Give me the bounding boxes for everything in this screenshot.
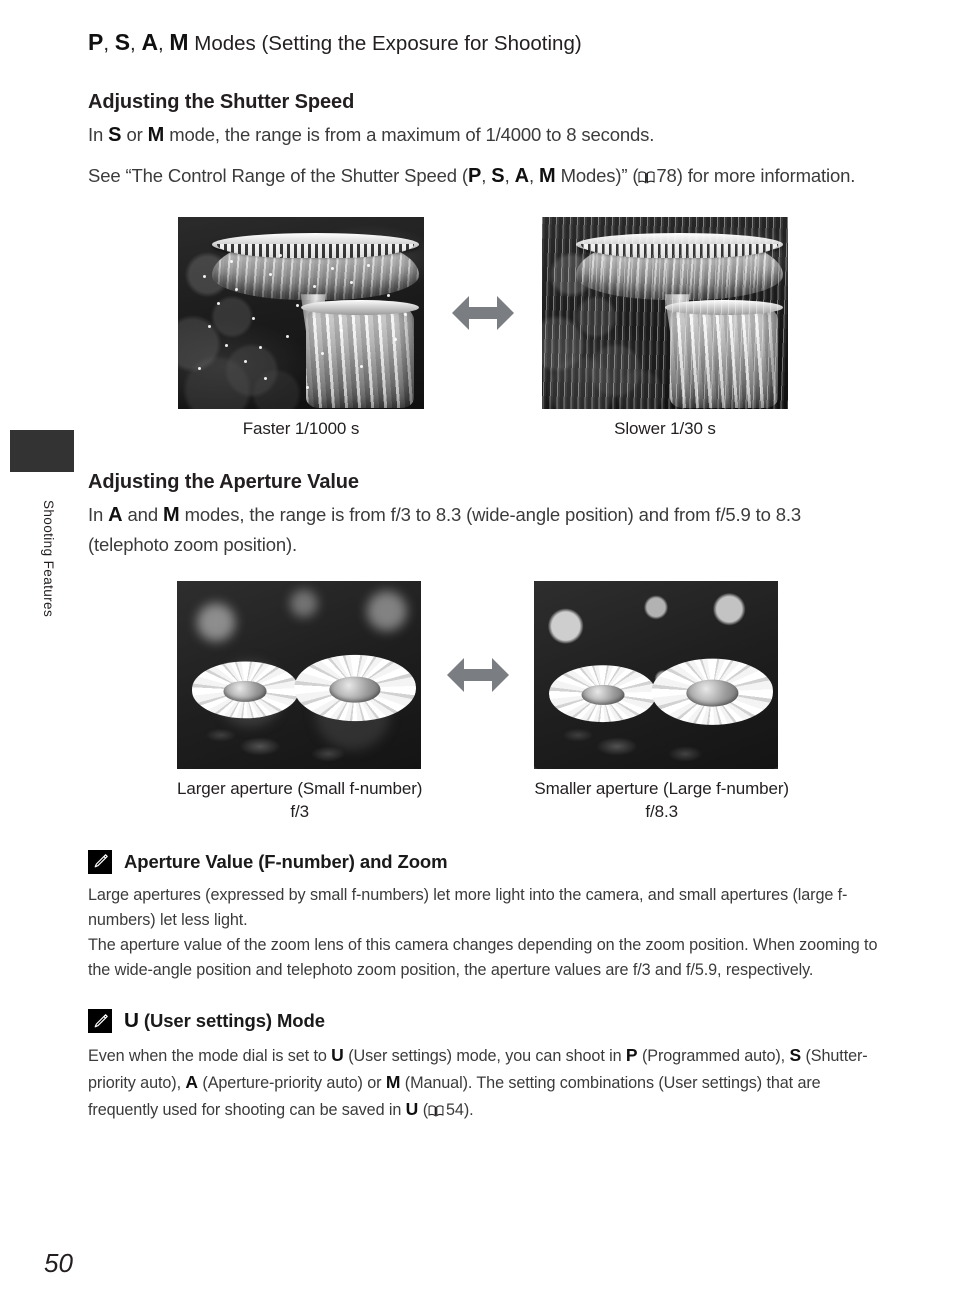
shutter-speed-paragraph-1: In S or M mode, the range is from a maxi… [88,120,878,150]
mode-glyph-a-note: A [185,1072,198,1093]
double-arrow-horizontal-icon [452,296,514,331]
shutter-speed-paragraph-2: See “The Control Range of the Shutter Sp… [88,161,878,191]
mode-glyph-m-inline: M [147,123,165,146]
para2-mid: Modes)” ( [555,165,639,187]
mode-glyph-p-ref: P [467,165,482,188]
figure-faster-shutter: Faster 1/1000 s [178,217,424,441]
fountain-motion-blur-water [542,217,788,410]
mode-glyph-m-ref: M [538,165,556,188]
mode-glyph-m-inline-2: M [162,504,180,527]
note-line-2: The aperture value of the zoom lens of t… [88,935,878,980]
ref-sep-1: , [481,165,492,187]
seg5: (Aperture-priority auto) or [198,1074,386,1093]
mode-glyph-a-inline: A [108,504,123,527]
pencil-note-icon [88,1009,112,1034]
caption-larger-aperture-line1: Larger aperture (Small f-number) [177,778,423,798]
mode-glyph-m-note: M [385,1072,401,1093]
mode-glyph-s: S [114,29,131,55]
chapter-tab-marker [10,430,74,472]
para1-mid: or [121,123,148,145]
mode-glyph-m: M [169,29,189,55]
note-title-rest: (User settings) Mode [138,1010,325,1032]
figure-slower-shutter: Slower 1/30 s [542,217,788,441]
fountain-frozen-droplets [178,217,424,409]
note-line-1: Large apertures (expressed by small f-nu… [88,885,848,929]
figure-smaller-aperture: Smaller aperture (Large f-number) f/8.3 [534,580,789,824]
mode-glyph-s-inline: S [108,123,122,146]
page-ref-number-78: 78 [656,165,677,187]
note-line-1: Even when the mode dial is set to U (Use… [88,1042,878,1123]
mode-glyph-u-1: U [331,1045,344,1066]
para2-pre: See “The Control Range of the Shutter Sp… [88,165,468,187]
mode-glyph-a-ref: A [514,165,529,188]
page-ref-number-54: 54 [446,1101,464,1120]
note-header: Aperture Value (F-number) and Zoom [88,849,878,874]
caption-smaller-aperture: Smaller aperture (Large f-number) f/8.3 [534,778,789,824]
title-sep-3: , [158,32,170,55]
para2-post: ) for more information. [676,165,856,187]
page-title: P, S, A, M Modes (Setting the Exposure f… [88,28,878,57]
title-sep-1: , [103,32,115,55]
ap-para-mid: and [122,504,163,526]
daisy-core [329,676,381,703]
title-sep-2: , [130,32,142,55]
shutter-speed-figure-row: Faster 1/1000 s Slower 1/30 s [88,217,878,441]
shutter-comparison-arrow [424,217,542,409]
caption-faster-shutter: Faster 1/1000 s [242,419,360,439]
para1-pre: In [88,123,109,145]
mode-glyph-u-title: U [124,1009,139,1033]
double-arrow-horizontal-icon [447,657,510,692]
aperture-comparison-arrow [422,581,534,769]
mode-glyph-a: A [141,29,159,55]
chapter-side-label: Shooting Features [41,500,56,618]
book-page-reference-icon [428,1100,445,1118]
daisy-flower-right [294,649,417,728]
aperture-figure-row: Larger aperture (Small f-number) f/3 Sma… [88,580,878,824]
mode-glyph-p-note: P [625,1045,638,1066]
note-title: Aperture Value (F-number) and Zoom [124,850,448,872]
seg1: Even when the mode dial is set to [88,1047,332,1066]
photo-fountain-slow-shutter [542,217,788,410]
figure-larger-aperture: Larger aperture (Small f-number) f/3 [177,580,422,824]
mode-glyph-s-ref: S [491,165,505,188]
daisy-core [686,679,739,707]
photo-fountain-fast-shutter [178,217,424,410]
note-aperture-value-and-zoom: Aperture Value (F-number) and Zoom Large… [88,849,878,983]
ref-sep-2: , [504,165,515,187]
caption-smaller-aperture-line2: f/8.3 [645,801,678,821]
pencil-note-icon [88,849,112,874]
daisy-flower-left [548,660,657,728]
mode-glyph-s-note: S [789,1045,802,1066]
mode-glyph-p: P [88,29,104,55]
section-heading-shutter-speed: Adjusting the Shutter Speed [88,90,355,113]
section-heading-aperture-value: Adjusting the Aperture Value [88,471,359,494]
note-header: U (User settings) Mode [88,1009,878,1034]
seg2: (User settings) mode, you can shoot in [343,1047,626,1066]
note-body: Large apertures (expressed by small f-nu… [88,883,878,983]
page-number: 50 [44,1248,73,1278]
page-content: P, S, A, M Modes (Setting the Exposure f… [88,0,878,1124]
ref-sep-3: , [528,165,539,187]
aperture-paragraph-1: In A and M modes, the range is from f/3 … [88,500,878,558]
photo-flowers-small-aperture [534,580,779,769]
caption-larger-aperture: Larger aperture (Small f-number) f/3 [177,778,422,824]
caption-smaller-aperture-line1: Smaller aperture (Large f-number) [534,778,789,798]
para1-post: mode, the range is from a maximum of 1/4… [164,123,655,145]
caption-larger-aperture-line2: f/3 [290,801,309,821]
note-title: U (User settings) Mode [124,1009,325,1033]
note-user-settings-mode: U (User settings) Mode Even when the mod… [88,1009,878,1123]
photo-flowers-large-aperture [177,580,422,769]
mode-glyph-u-2: U [405,1099,419,1120]
page-title-text: Modes (Setting the Exposure for Shooting… [188,32,582,55]
ap-para-post: modes, the range is from f/3 to 8.3 (wid… [88,504,802,555]
seg7: ( [418,1101,429,1120]
seg3: (Programmed auto), [637,1047,790,1066]
caption-slower-shutter: Slower 1/30 s [614,419,716,439]
daisy-flower-left [191,656,300,724]
note-body: Even when the mode dial is set to U (Use… [88,1042,878,1123]
book-page-reference-icon [638,164,655,184]
daisy-flower-right [651,652,774,731]
ap-para-pre: In [88,504,109,526]
seg8: ). [463,1101,474,1120]
